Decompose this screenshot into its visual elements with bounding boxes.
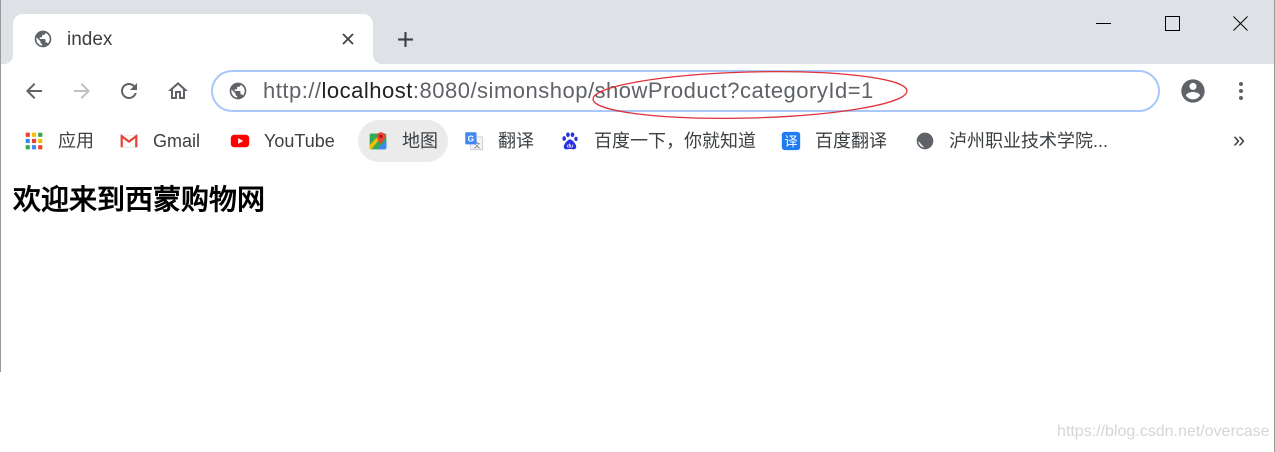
reload-button[interactable] xyxy=(113,75,145,107)
bookmark-label: 应用 xyxy=(58,131,94,151)
close-window-button[interactable] xyxy=(1206,0,1274,46)
reload-icon xyxy=(121,83,137,99)
arrow-back-icon xyxy=(26,83,42,99)
globe-icon xyxy=(34,30,52,48)
bookmark-apps[interactable]: 应用 xyxy=(14,120,104,162)
tab-title: index xyxy=(67,29,113,50)
bookmark-label: 泸州职业技术学院... xyxy=(949,131,1109,151)
home-button[interactable] xyxy=(162,75,194,107)
baidu-translate-icon: 译 xyxy=(781,131,801,151)
profile-button[interactable] xyxy=(1177,75,1209,107)
baidu-logo-text: du xyxy=(567,144,573,150)
gmail-icon xyxy=(120,133,138,148)
maximize-icon xyxy=(1164,15,1180,31)
menu-button[interactable] xyxy=(1225,75,1257,107)
bookmark-label: 地图 xyxy=(402,131,438,151)
bookmark-label: YouTube xyxy=(264,131,335,151)
globe-icon xyxy=(916,132,934,150)
bookmark-baidu[interactable]: du 百度一下，你就知道 xyxy=(550,120,766,162)
browser-window: index http://localhost:8080/simonshop/sh… xyxy=(0,0,1275,452)
window-border-left xyxy=(0,0,1,372)
tab-close-button[interactable] xyxy=(339,30,357,48)
bookmarks-overflow-button[interactable]: » xyxy=(1222,120,1256,162)
minimize-icon xyxy=(1095,22,1111,24)
close-icon xyxy=(1232,15,1248,31)
home-icon xyxy=(168,82,188,99)
minimize-button[interactable] xyxy=(1069,0,1137,46)
google-maps-icon xyxy=(369,132,387,150)
bookmark-translate[interactable]: 文 G 翻译 xyxy=(454,120,544,162)
account-circle-icon xyxy=(1181,79,1205,103)
tab-index[interactable]: index xyxy=(3,14,383,64)
translate-logo-letter: G xyxy=(468,134,474,144)
address-bar[interactable]: http://localhost:8080/simonshop/showProd… xyxy=(211,70,1160,112)
apps-grid-icon xyxy=(25,132,43,150)
more-vert-icon xyxy=(1239,82,1243,100)
bookmark-youtube[interactable]: YouTube xyxy=(220,120,345,162)
maximize-button[interactable] xyxy=(1138,0,1206,46)
new-tab-button[interactable] xyxy=(389,23,421,55)
plus-icon xyxy=(397,31,413,47)
bookmark-label: 翻译 xyxy=(498,131,534,151)
close-icon xyxy=(342,33,354,45)
watermark: https://blog.csdn.net/overcase xyxy=(1057,423,1270,440)
url-path: :8080/simonshop/showProduct?categoryId=1 xyxy=(412,78,874,103)
url-text[interactable]: http://localhost:8080/simonshop/showProd… xyxy=(263,72,874,110)
bookmark-luzhou-college[interactable]: 泸州职业技术学院... xyxy=(905,120,1118,162)
toolbar: http://localhost:8080/simonshop/showProd… xyxy=(0,64,1275,120)
page-heading: 欢迎来到西蒙购物网 xyxy=(13,184,266,215)
youtube-icon xyxy=(230,134,250,148)
bookmark-baidu-translate[interactable]: 译 百度翻译 xyxy=(771,120,897,162)
google-translate-icon: 文 G xyxy=(465,132,484,151)
tab-strip: index xyxy=(0,0,1275,64)
bookmarks-bar: 应用 Gmail YouTube 地图 文 G 翻译 du 百度一下，你就知道 … xyxy=(0,120,1275,164)
bookmark-maps[interactable]: 地图 xyxy=(358,120,448,162)
arrow-forward-icon xyxy=(74,83,90,99)
page-content: 欢迎来到西蒙购物网 https://blog.csdn.net/overcase xyxy=(0,164,1275,452)
bookmark-label: 百度一下，你就知道 xyxy=(594,131,756,151)
bookmark-label: 百度翻译 xyxy=(815,131,887,151)
bookmark-label: Gmail xyxy=(153,131,201,151)
baidu-translate-logo-text: 译 xyxy=(784,134,797,150)
url-scheme: http:// xyxy=(263,78,322,103)
bookmark-gmail[interactable]: Gmail xyxy=(109,120,210,162)
back-button[interactable] xyxy=(18,75,50,107)
forward-button[interactable] xyxy=(66,75,98,107)
globe-icon[interactable] xyxy=(228,81,248,101)
baidu-paw-icon: du xyxy=(562,132,578,150)
url-host: localhost xyxy=(321,78,413,103)
